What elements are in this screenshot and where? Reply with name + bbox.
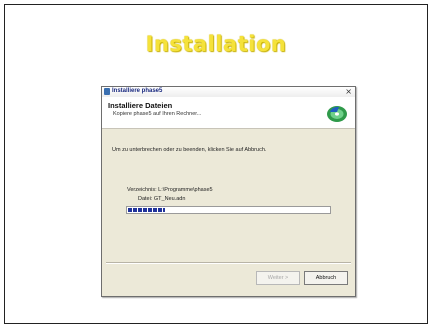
header-title: Installiere Dateien <box>108 101 173 110</box>
file-label: Datei: GT_Neu.adn <box>138 196 186 202</box>
progress-fill <box>128 208 165 212</box>
info-text: Um zu unterbrechen oder zu beenden, klic… <box>112 147 267 153</box>
app-icon <box>104 88 110 95</box>
window-title: Installiere phase5 <box>112 88 163 94</box>
slide-title: Installation <box>145 32 287 56</box>
slide: Installation Installiere phase5 × Instal… <box>4 4 428 324</box>
next-button[interactable]: Weiter > <box>256 271 300 285</box>
dialog-header: Installiere Dateien Kopiere phase5 auf I… <box>102 97 355 129</box>
installer-disc-icon <box>327 106 347 122</box>
cancel-button[interactable]: Abbruch <box>304 271 348 285</box>
close-icon[interactable]: × <box>345 87 352 96</box>
installer-dialog: Installiere phase5 × Installiere Dateien… <box>101 86 356 297</box>
header-subtitle: Kopiere phase5 auf Ihren Rechner... <box>113 111 202 117</box>
directory-label: Verzeichnis: L:\Programme\phase5 <box>127 187 213 193</box>
progress-bar <box>126 206 331 214</box>
footer-divider <box>106 262 351 264</box>
